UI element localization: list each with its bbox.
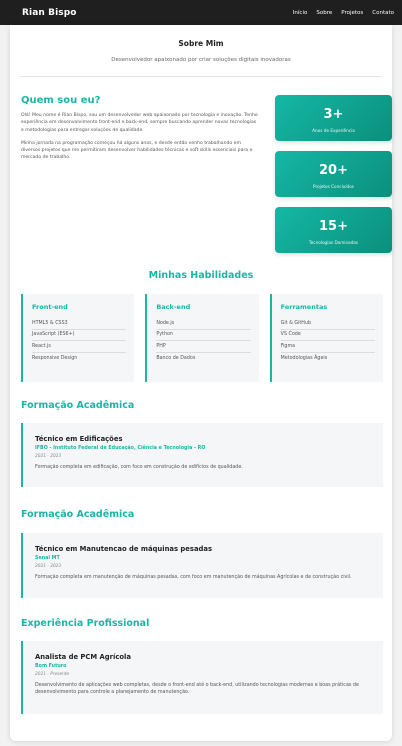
- experience-company: Bom Futuro: [35, 664, 67, 669]
- skill-item: Responsive Design: [32, 355, 78, 361]
- skill-column-tools: Ferramentas Git & GitHub VS Code Figma M…: [269, 294, 383, 382]
- experience-description: Desenvolvimento de aplicações web comple…: [35, 683, 359, 696]
- education-period: 2021 - 2023: [35, 564, 62, 569]
- skill-item: Node.js: [156, 318, 251, 330]
- stat-value: 3+: [323, 107, 344, 122]
- skill-item: React.js: [32, 341, 127, 353]
- skills-title: Minhas Habilidades: [148, 270, 254, 281]
- skill-column-title: Back-end: [156, 303, 191, 311]
- skill-item: Metodologias Ágeis: [280, 355, 328, 361]
- stat-card-technologies: 15+ Tecnologias Dominadas: [275, 207, 392, 253]
- skill-item: Banco de Dados: [156, 355, 196, 361]
- nav-link-inicio[interactable]: Início: [293, 10, 308, 16]
- skill-item: VS Code: [280, 330, 375, 342]
- about-title: Quem sou eu?: [21, 95, 101, 106]
- stat-card-projects: 20+ Projetos Concluídos: [275, 151, 392, 197]
- education-description: Formação completa em manutenção de máqui…: [35, 575, 352, 580]
- brand-logo[interactable]: Rian Bispo: [22, 8, 77, 18]
- stat-card-experience: 3+ Anos de Experiência: [275, 95, 392, 141]
- education-section-title-2: Formação Acadêmica: [21, 509, 135, 520]
- education-description: Formação completa em edificação, com foc…: [35, 465, 243, 470]
- education-period: 2021 - 2023: [35, 454, 62, 459]
- skill-item: HTML5 & CSS3: [32, 318, 127, 330]
- skill-column-title: Ferramentas: [280, 303, 328, 311]
- nav-link-sobre[interactable]: Sobre: [316, 10, 332, 16]
- about-section: Quem sou eu? Olá! Meu nome é Rian Bispo,…: [21, 95, 259, 162]
- skill-item: JavaScript (ES6+): [32, 330, 127, 342]
- stat-value: 20+: [319, 163, 348, 178]
- experience-role: Analista de PCM Agrícola: [35, 653, 131, 661]
- skills-grid: Front-end HTML5 & CSS3 JavaScript (ES6+)…: [21, 294, 383, 382]
- stat-value: 15+: [319, 219, 348, 234]
- navbar: Rian Bispo Início Sobre Projetos Contato: [0, 0, 402, 25]
- skill-item: Git & GitHub: [280, 318, 375, 330]
- nav-link-contato[interactable]: Contato: [372, 10, 394, 16]
- experience-period: 2021 - Presente: [35, 672, 70, 677]
- about-paragraph-1: Olá! Meu nome é Rian Bispo, sou um desen…: [21, 113, 258, 133]
- page-title: Sobre Mim: [178, 39, 224, 48]
- stat-label: Anos de Experiência: [312, 128, 355, 133]
- education-institution: IFBO - Instituto Federal de Educação, Ci…: [35, 446, 206, 451]
- education-course: Técnico em Edificações: [35, 435, 123, 443]
- skill-column-title: Front-end: [32, 303, 68, 311]
- experience-entry: Analista de PCM Agrícola Bom Futuro 2021…: [21, 641, 383, 714]
- stat-label: Projetos Concluídos: [313, 184, 354, 189]
- skill-column-frontend: Front-end HTML5 & CSS3 JavaScript (ES6+)…: [21, 294, 135, 382]
- education-entry-1: Técnico em Edificações IFBO - Instituto …: [21, 423, 383, 487]
- content-card: Sobre Mim Desenvolvedor apaixonado por c…: [10, 25, 392, 741]
- education-section-title-1: Formação Acadêmica: [21, 400, 135, 411]
- stat-label: Tecnologias Dominadas: [308, 240, 359, 245]
- education-entry-2: Técnico em Manutencao de máquinas pesada…: [21, 533, 383, 598]
- experience-section-title: Experiência Profissional: [21, 618, 150, 629]
- skill-item: Python: [156, 330, 251, 342]
- stats-panel: 3+ Anos de Experiência 20+ Projetos Conc…: [275, 95, 392, 263]
- skill-item: Figma: [280, 341, 375, 353]
- skill-item: PHP: [156, 341, 251, 353]
- nav-links: Início Sobre Projetos Contato: [293, 10, 394, 16]
- education-course: Técnico em Manutencao de máquinas pesada…: [35, 545, 213, 553]
- about-paragraph-2: Minha jornada na programação começou há …: [21, 140, 253, 161]
- education-institution: Senai MT: [35, 556, 60, 561]
- page-subtitle: Desenvolvedor apaixonado por criar soluç…: [111, 57, 291, 63]
- nav-link-projetos[interactable]: Projetos: [341, 10, 363, 16]
- skill-column-backend: Back-end Node.js Python PHP Banco de Dad…: [145, 294, 259, 382]
- page-header: Sobre Mim Desenvolvedor apaixonado por c…: [20, 35, 382, 77]
